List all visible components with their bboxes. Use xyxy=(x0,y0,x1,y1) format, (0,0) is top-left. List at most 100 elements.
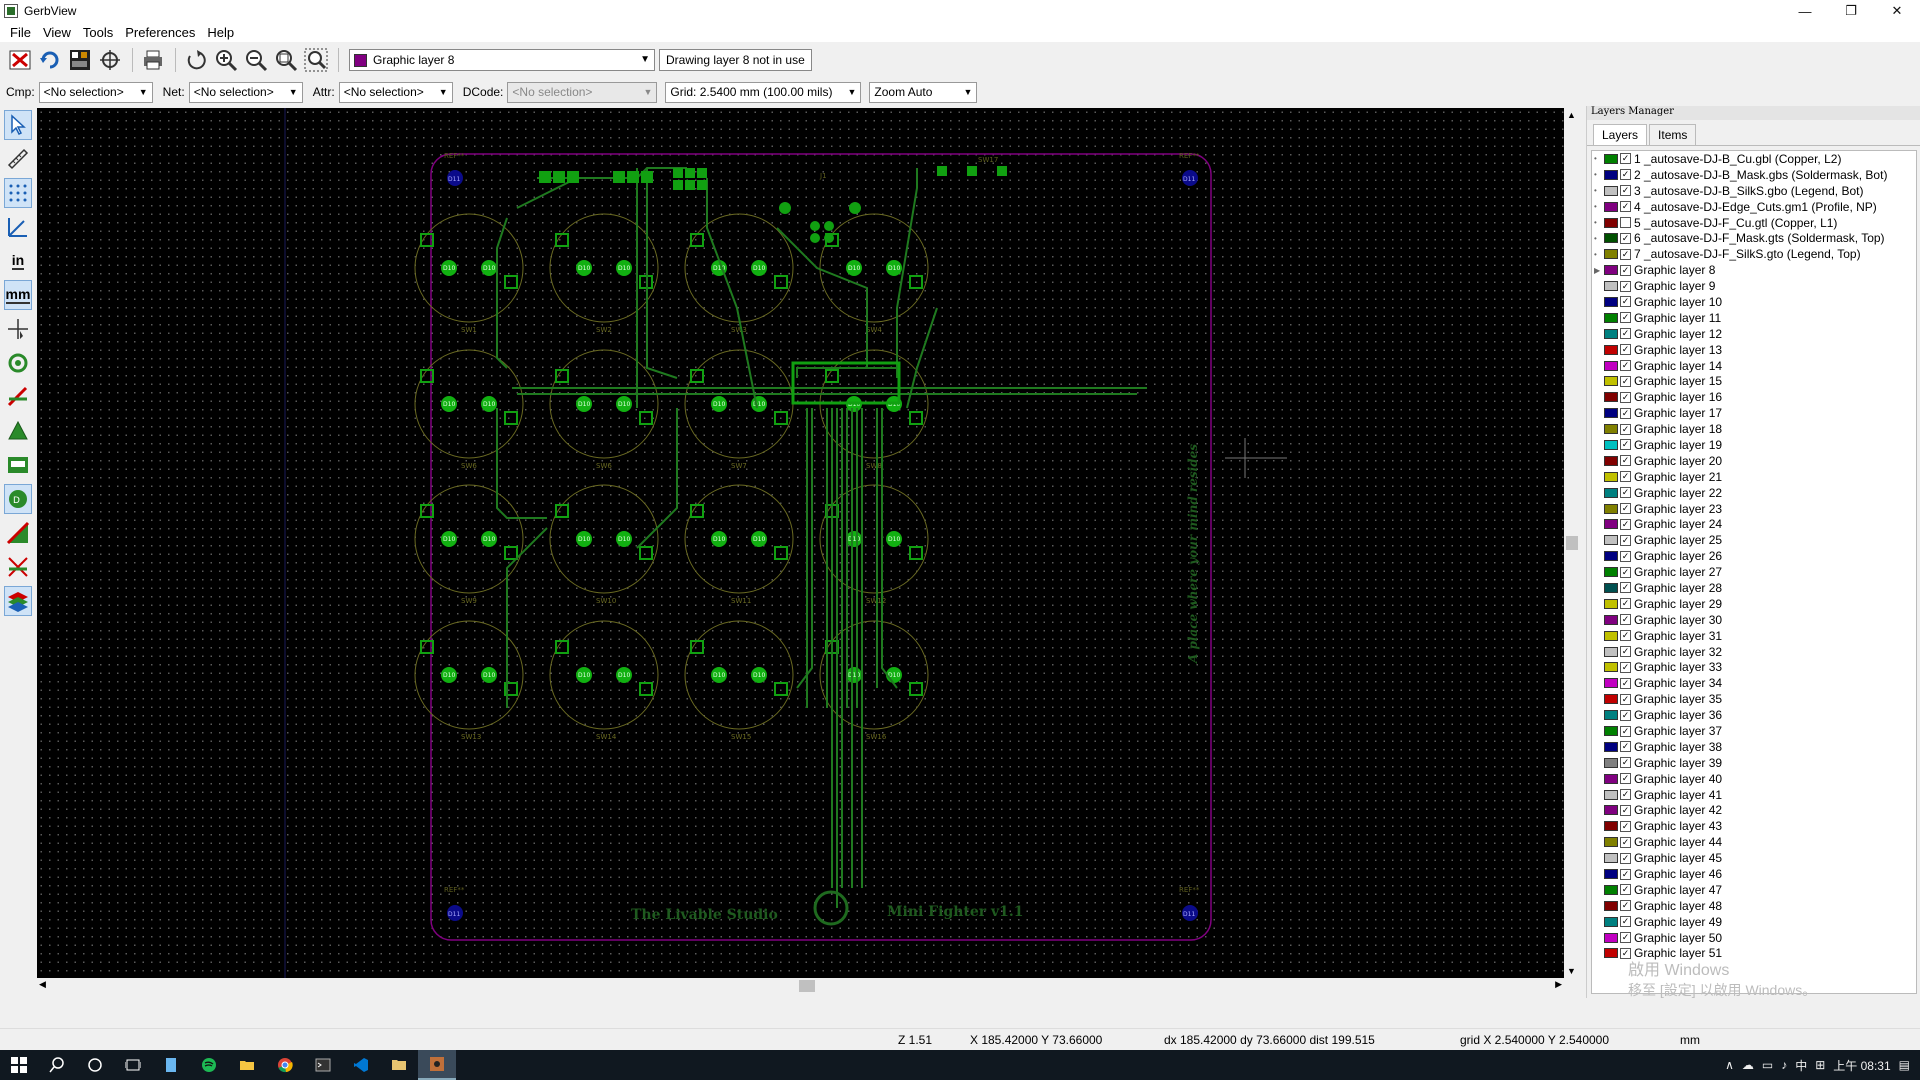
layer-visibility-checkbox[interactable]: ✓ xyxy=(1620,741,1631,753)
layer-visibility-checkbox[interactable]: ✓ xyxy=(1620,789,1631,801)
cursor-shape-button[interactable] xyxy=(4,314,32,344)
onedrive-icon[interactable]: ☁ xyxy=(1742,1058,1754,1072)
scroll-down-icon[interactable]: ▼ xyxy=(1567,966,1576,976)
layer-row[interactable]: ✓ Graphic layer 43 xyxy=(1592,818,1916,834)
layer-row[interactable]: ✓ Graphic layer 34 xyxy=(1592,675,1916,691)
minimize-button[interactable]: — xyxy=(1782,0,1828,22)
search-button[interactable] xyxy=(38,1050,76,1080)
layer-visibility-checkbox[interactable]: ✓ xyxy=(1620,630,1631,642)
layer-visibility-checkbox[interactable]: ✓ xyxy=(1620,518,1631,530)
layer-color-swatch[interactable] xyxy=(1604,805,1618,816)
tab-layers[interactable]: Layers xyxy=(1593,124,1648,145)
layer-color-swatch[interactable] xyxy=(1604,757,1618,768)
reload-button[interactable] xyxy=(36,46,64,74)
clock[interactable]: 上午 08:31 xyxy=(1833,1057,1890,1074)
layer-expander-icon[interactable]: • xyxy=(1594,202,1602,211)
layer-name[interactable]: Graphic layer 19 xyxy=(1634,438,1722,452)
polygons-sketch-button[interactable] xyxy=(4,416,32,446)
layer-row[interactable]: • ✓ 4 _autosave-DJ-Edge_Cuts.gm1 (Profile,… xyxy=(1592,199,1916,215)
layer-name[interactable]: 2 _autosave-DJ-B_Mask.gbs (Soldermask, B… xyxy=(1634,168,1887,182)
layer-row[interactable]: • ✓ 7 _autosave-DJ-F_SilkS.gto (Legend, To… xyxy=(1592,246,1916,262)
layer-color-swatch[interactable] xyxy=(1604,837,1618,848)
layer-visibility-checkbox[interactable]: ✓ xyxy=(1620,232,1631,244)
layer-visibility-checkbox[interactable]: ✓ xyxy=(1620,836,1631,848)
layer-name[interactable]: Graphic layer 34 xyxy=(1634,676,1722,690)
layer-expander-icon[interactable]: • xyxy=(1594,218,1602,227)
layer-color-swatch[interactable] xyxy=(1604,582,1618,593)
layer-name[interactable]: Graphic layer 43 xyxy=(1634,819,1722,833)
menu-tools[interactable]: Tools xyxy=(77,25,119,40)
layer-visibility-checkbox[interactable]: ✓ xyxy=(1620,757,1631,769)
explorer-window-app[interactable] xyxy=(380,1050,418,1080)
layer-color-swatch[interactable] xyxy=(1604,869,1618,880)
layer-name[interactable]: Graphic layer 22 xyxy=(1634,486,1722,500)
layer-visibility-checkbox[interactable]: ✓ xyxy=(1620,328,1631,340)
layer-name[interactable]: Graphic layer 26 xyxy=(1634,549,1722,563)
layer-name[interactable]: Graphic layer 49 xyxy=(1634,915,1722,929)
layer-color-swatch[interactable] xyxy=(1604,614,1618,625)
layer-visibility-checkbox[interactable]: ✓ xyxy=(1620,423,1631,435)
layer-expander-icon[interactable]: • xyxy=(1594,154,1602,163)
layer-row[interactable]: ▶ ✓ Graphic layer 8 xyxy=(1592,262,1916,278)
layer-visibility-checkbox[interactable]: ✓ xyxy=(1620,248,1631,260)
layer-row[interactable]: ✓ Graphic layer 21 xyxy=(1592,469,1916,485)
flashed-items-sketch-button[interactable] xyxy=(4,348,32,378)
layer-color-swatch[interactable] xyxy=(1604,424,1618,435)
layer-name[interactable]: Graphic layer 45 xyxy=(1634,851,1722,865)
layer-color-swatch[interactable] xyxy=(1604,741,1618,752)
menu-view[interactable]: View xyxy=(37,25,77,40)
layer-visibility-checkbox[interactable] xyxy=(1620,217,1631,228)
layer-row[interactable]: ✓ Graphic layer 41 xyxy=(1592,787,1916,803)
layers-manager-toggle-button[interactable] xyxy=(4,586,32,616)
horizontal-scrollbar[interactable]: ◀ ▶ xyxy=(37,978,1564,994)
grid-select[interactable]: Grid: 2.5400 mm (100.00 mils) ▼ xyxy=(665,81,862,103)
layer-name[interactable]: Graphic layer 30 xyxy=(1634,613,1722,627)
diff-mode-button[interactable] xyxy=(4,518,32,548)
volume-icon[interactable]: ♪ xyxy=(1781,1058,1787,1072)
layer-visibility-checkbox[interactable]: ✓ xyxy=(1620,725,1631,737)
layer-color-swatch[interactable] xyxy=(1604,265,1618,276)
ime-mode-icon[interactable]: ⊞ xyxy=(1815,1058,1825,1072)
menu-file[interactable]: File xyxy=(4,25,37,40)
layer-name[interactable]: Graphic layer 47 xyxy=(1634,883,1722,897)
layer-name[interactable]: 6 _autosave-DJ-F_Mask.gts (Soldermask, T… xyxy=(1634,231,1885,245)
layer-row[interactable]: ✓ Graphic layer 20 xyxy=(1592,453,1916,469)
layer-row[interactable]: ✓ Graphic layer 47 xyxy=(1592,882,1916,898)
layer-row[interactable]: ✓ Graphic layer 31 xyxy=(1592,628,1916,644)
layer-visibility-checkbox[interactable]: ✓ xyxy=(1620,201,1631,213)
layer-expander-icon[interactable]: • xyxy=(1594,234,1602,243)
layer-visibility-checkbox[interactable]: ✓ xyxy=(1620,693,1631,705)
layer-name[interactable]: Graphic layer 10 xyxy=(1634,295,1722,309)
layer-row[interactable]: ✓ Graphic layer 19 xyxy=(1592,437,1916,453)
layer-name[interactable]: 3 _autosave-DJ-B_SilkS.gbo (Legend, Bot) xyxy=(1634,184,1863,198)
zoom-in-button[interactable] xyxy=(212,46,240,74)
layer-visibility-checkbox[interactable]: ✓ xyxy=(1620,820,1631,832)
zoom-out-button[interactable] xyxy=(242,46,270,74)
layer-visibility-checkbox[interactable]: ✓ xyxy=(1620,487,1631,499)
layer-visibility-checkbox[interactable]: ✓ xyxy=(1620,773,1631,785)
layer-name[interactable]: Graphic layer 20 xyxy=(1634,454,1722,468)
layer-color-swatch[interactable] xyxy=(1604,328,1618,339)
menu-preferences[interactable]: Preferences xyxy=(119,25,201,40)
layer-visibility-checkbox[interactable]: ✓ xyxy=(1620,439,1631,451)
layer-visibility-checkbox[interactable]: ✓ xyxy=(1620,375,1631,387)
layer-color-swatch[interactable] xyxy=(1604,217,1618,228)
task-view-button[interactable] xyxy=(114,1050,152,1080)
layer-color-swatch[interactable] xyxy=(1604,662,1618,673)
network-icon[interactable]: ▭ xyxy=(1762,1058,1773,1072)
layer-row[interactable]: ✓ Graphic layer 25 xyxy=(1592,532,1916,548)
layer-visibility-checkbox[interactable]: ✓ xyxy=(1620,709,1631,721)
scroll-up-icon[interactable]: ▲ xyxy=(1567,110,1576,120)
layer-name[interactable]: 1 _autosave-DJ-B_Cu.gbl (Copper, L2) xyxy=(1634,152,1841,166)
layer-visibility-checkbox[interactable]: ✓ xyxy=(1620,503,1631,515)
tab-items[interactable]: Items xyxy=(1649,124,1697,145)
layer-visibility-checkbox[interactable]: ✓ xyxy=(1620,804,1631,816)
layer-color-swatch[interactable] xyxy=(1604,567,1618,578)
layer-visibility-checkbox[interactable]: ✓ xyxy=(1620,661,1631,673)
layer-visibility-checkbox[interactable]: ✓ xyxy=(1620,153,1631,165)
layer-visibility-checkbox[interactable]: ✓ xyxy=(1620,916,1631,928)
gerbview-taskbar-app[interactable] xyxy=(418,1050,456,1080)
layer-color-swatch[interactable] xyxy=(1604,853,1618,864)
layer-name[interactable]: Graphic layer 50 xyxy=(1634,931,1722,945)
layer-row[interactable]: ✓ Graphic layer 40 xyxy=(1592,771,1916,787)
